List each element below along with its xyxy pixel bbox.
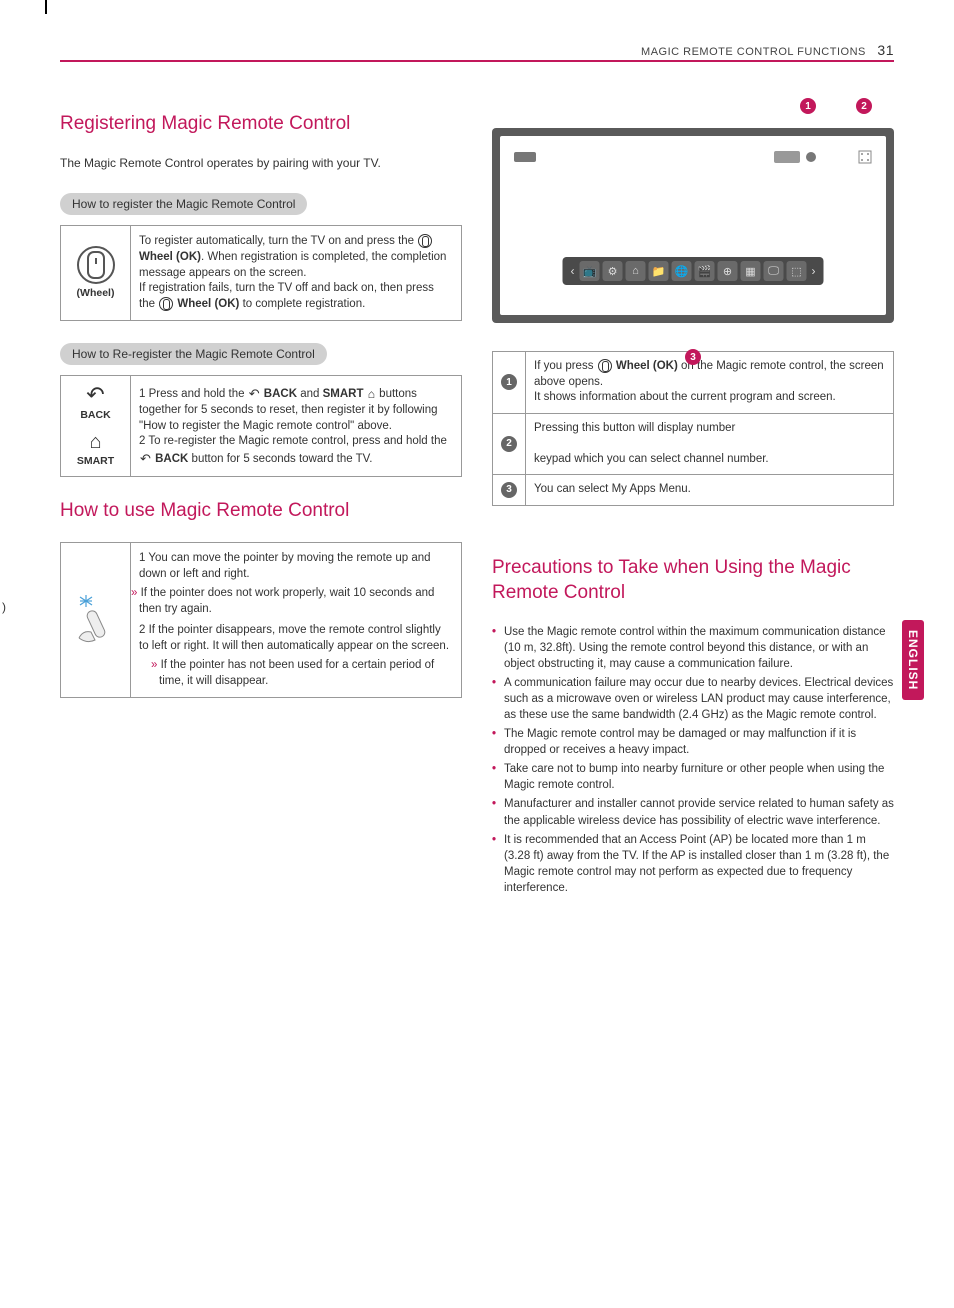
page: MAGIC REMOTE CONTROL FUNCTIONS 31 Regist…	[0, 0, 954, 939]
callout-2: 2	[856, 98, 872, 114]
precaution-item: Take care not to bump into nearby furnit…	[492, 761, 894, 793]
text: Pressing this button will display number	[534, 422, 735, 434]
pointer-remote-icon	[71, 590, 121, 645]
tv-screen: ‹ 📺 ⚙ ⌂ 📁 🌐 🎬 ⊕ ▦ 🖵 ⬚ ›	[500, 136, 886, 315]
dock-left-arrow: ‹	[569, 264, 577, 278]
pill-reregister: How to Re-register the Magic Remote Cont…	[60, 343, 327, 365]
callout-3: 3	[685, 349, 701, 365]
legend-row-1: If you press Wheel (OK) on the Magic rem…	[526, 352, 894, 414]
pill-register: How to register the Magic Remote Control	[60, 193, 307, 215]
page-number: 31	[877, 42, 894, 58]
dock-app-icon: 🌐	[672, 261, 692, 281]
text: 1 Press and hold the	[139, 388, 248, 400]
heading-register: Registering Magic Remote Control	[60, 112, 462, 137]
wheel-inline-icon	[598, 359, 612, 373]
precaution-item: Use the Magic remote control within the …	[492, 624, 894, 672]
tv-frame: ‹ 📺 ⚙ ⌂ 📁 🌐 🎬 ⊕ ▦ 🖵 ⬚ ›	[492, 128, 894, 323]
dock-app-icon: 📁	[649, 261, 669, 281]
intro-register: The Magic Remote Control operates by pai…	[60, 155, 462, 172]
dock-app-icon: ▦	[741, 261, 761, 281]
use-step-2: 2 If the pointer disappears, move the re…	[139, 623, 453, 654]
smart-label: SMART	[69, 454, 122, 468]
wheel-ok-label: Wheel (OK)	[616, 360, 678, 372]
smart-icon: ⌂	[69, 432, 122, 452]
text: to complete registration.	[239, 298, 365, 310]
legend-num: 3	[493, 475, 526, 506]
tv-info-box	[514, 152, 536, 162]
dock-right-arrow: ›	[810, 264, 818, 278]
legend-row-2: Pressing this button will display number…	[526, 413, 894, 475]
use-note-1: If the pointer does not work properly, w…	[139, 586, 453, 617]
back-smart-icon-cell: ↶ BACK ⌂ SMART	[61, 376, 131, 477]
reregister-instructions: 1 Press and hold the ↶ BACK and SMART ⌂ …	[131, 376, 462, 477]
dock-app-icon: 🖵	[764, 261, 784, 281]
tv-topbar	[514, 150, 872, 164]
tv-status-box	[774, 151, 800, 163]
precaution-item: Manufacturer and installer cannot provid…	[492, 796, 894, 828]
back-bold: BACK	[155, 452, 188, 464]
dock-app-icon: ⬚	[787, 261, 807, 281]
tv-wheel-indicator	[806, 152, 816, 162]
text: 2 To re-register the Magic remote contro…	[139, 435, 447, 447]
table-register: (Wheel) To register automatically, turn …	[60, 225, 462, 321]
dock-app-icon: ⊕	[718, 261, 738, 281]
tv-illustration-wrap: 1 2 ‹ 📺	[492, 112, 894, 345]
wheel-ok-label: Wheel (OK)	[139, 251, 201, 263]
back-inline-icon: ↶	[140, 450, 151, 468]
smart-bold: SMART	[323, 388, 364, 400]
table-reregister: ↶ BACK ⌂ SMART 1 Press and hold the ↶ BA…	[60, 375, 462, 477]
text: button for 5 seconds toward the TV.	[192, 452, 373, 464]
precaution-item: The Magic remote control may be damaged …	[492, 726, 894, 758]
text: To register automatically, turn the TV o…	[139, 236, 417, 248]
dock-app-icon: 🎬	[695, 261, 715, 281]
dock-app-icon: ⚙	[603, 261, 623, 281]
back-label: BACK	[69, 408, 122, 422]
precaution-item: A communication failure may occur due to…	[492, 675, 894, 723]
home-inline-icon: ⌂	[368, 386, 375, 402]
wheel-icon	[77, 246, 115, 284]
dock-app-icon: 📺	[580, 261, 600, 281]
right-column: 1 2 ‹ 📺	[492, 112, 894, 899]
legend-num: 2	[493, 413, 526, 475]
text: keypad which you can select channel numb…	[534, 453, 769, 465]
left-column: Registering Magic Remote Control The Mag…	[60, 112, 462, 899]
legend-row-3: You can select My Apps Menu.	[526, 475, 894, 506]
wheel-label: (Wheel)	[69, 286, 122, 300]
use-instructions: 1 You can move the pointer by moving the…	[131, 543, 462, 698]
section-name: MAGIC REMOTE CONTROL FUNCTIONS	[641, 46, 866, 58]
keypad-icon	[858, 150, 872, 164]
legend-num: 1	[493, 352, 526, 414]
precautions-list: Use the Magic remote control within the …	[492, 624, 894, 897]
dock-app-icon: ⌂	[626, 261, 646, 281]
header-rule: MAGIC REMOTE CONTROL FUNCTIONS 31	[60, 60, 894, 62]
text: and	[300, 388, 322, 400]
callout-legend: 1 If you press Wheel (OK) on the Magic r…	[492, 351, 894, 506]
running-header: MAGIC REMOTE CONTROL FUNCTIONS 31	[641, 42, 894, 58]
back-inline-icon: ↶	[249, 385, 260, 403]
wheel-icon-cell: (Wheel)	[61, 226, 131, 321]
back-bold: BACK	[264, 388, 297, 400]
back-icon: ↶	[69, 384, 122, 406]
heading-precautions: Precautions to Take when Using the Magic…	[492, 556, 894, 605]
callout-1: 1	[800, 98, 816, 114]
tv-dock: ‹ 📺 ⚙ ⌂ 📁 🌐 🎬 ⊕ ▦ 🖵 ⬚ ›	[563, 257, 824, 285]
text: It shows information about the current p…	[534, 391, 836, 403]
table-use: 1 You can move the pointer by moving the…	[60, 542, 462, 698]
wheel-inline-icon	[159, 297, 173, 311]
wheel-inline-icon	[418, 234, 432, 248]
register-instructions: To register automatically, turn the TV o…	[131, 226, 462, 321]
pointer-icon-cell	[61, 543, 131, 698]
use-note-2: If the pointer has not been used for a c…	[159, 658, 453, 689]
wheel-ok-label: Wheel (OK)	[177, 298, 239, 310]
text: If you press	[534, 360, 597, 372]
heading-use: How to use Magic Remote Control	[60, 499, 462, 524]
precaution-item: It is recommended that an Access Point (…	[492, 832, 894, 896]
use-step-1: 1 You can move the pointer by moving the…	[139, 551, 453, 582]
